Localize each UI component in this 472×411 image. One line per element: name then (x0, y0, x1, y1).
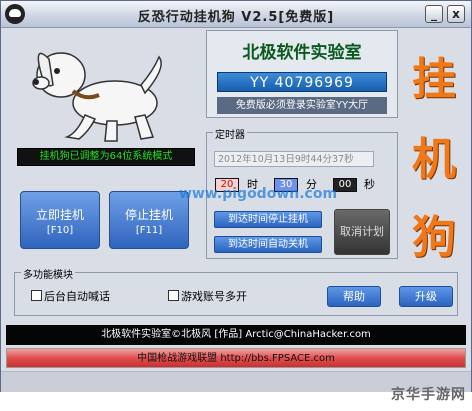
second-field[interactable]: 00 (333, 178, 357, 192)
multi-account-label: 游戏账号多开 (181, 290, 247, 303)
cancel-plan-button[interactable]: 取消计划 (334, 209, 390, 255)
checkbox-box-icon (31, 290, 42, 301)
close-button[interactable]: x (447, 5, 465, 23)
brand-char-2: 机 (412, 134, 456, 185)
brand-char-1: 挂 (412, 54, 456, 105)
forum-link[interactable]: 中国枪战游戏联盟 http://bbs.FPSACE.com (6, 348, 466, 368)
title-bar[interactable]: 反恐行动挂机狗 V2.5[免费版] _ x (1, 1, 471, 28)
lab-title: 北极软件实验室 (242, 43, 362, 63)
shutdown-at-time-button[interactable]: 到达时间自动关机 (214, 236, 322, 253)
stop-button-label: 停止挂机 (124, 208, 173, 222)
multi-group-label: 多功能模块 (21, 266, 75, 281)
brand-char-3: 狗 (412, 212, 456, 263)
timer-group: 定时器 2012年10月13日9时44分37秒 20 时 30 分 00 秒 到… (206, 126, 398, 259)
start-button-hotkey: [F10] (46, 225, 74, 236)
yy-channel-button[interactable]: YY 40796969 (217, 72, 387, 92)
auto-shout-label: 后台自动喊话 (44, 290, 110, 303)
dog-mascot-icon (32, 52, 162, 142)
site-mark-watermark: 京华手游网 (391, 387, 466, 403)
stop-at-time-button[interactable]: 到达时间停止挂机 (214, 211, 322, 228)
minute-unit: 分 (306, 178, 317, 191)
login-notice: 免费版必须登录实验室YY大厅 (217, 97, 387, 114)
start-button-label: 立即挂机 (35, 208, 84, 222)
system-mode-status: 挂机狗已调整为64位系统模式 (17, 148, 195, 166)
checkbox-box-icon (168, 290, 179, 301)
multi-function-group: 多功能模块 后台自动喊话 游戏账号多开 帮助 升级 (14, 266, 458, 316)
minimize-button[interactable]: _ (425, 5, 443, 23)
multi-account-checkbox[interactable]: 游戏账号多开 (168, 290, 247, 303)
hour-unit: 时 (247, 178, 258, 191)
credits-bar: 北极软件实验室©北极风 [作品] Arctic@ChinaHacker.com (6, 325, 466, 345)
timer-group-label: 定时器 (213, 126, 247, 141)
start-hangup-button[interactable]: 立即挂机 [F10] (20, 191, 100, 249)
stop-button-hotkey: [F11] (135, 225, 163, 236)
auto-shout-checkbox[interactable]: 后台自动喊话 (31, 290, 110, 303)
second-unit: 秒 (364, 178, 375, 191)
upgrade-button[interactable]: 升级 (399, 286, 453, 307)
app-window: 反恐行动挂机狗 V2.5[免费版] _ x 挂机狗已调整为64位系统模式 立即挂… (0, 0, 472, 392)
current-datetime-field[interactable]: 2012年10月13日9时44分37秒 (214, 151, 374, 167)
minute-field[interactable]: 30 (274, 178, 298, 192)
hour-field[interactable]: 20 (215, 178, 239, 192)
stop-hangup-button[interactable]: 停止挂机 [F11] (109, 191, 189, 249)
lab-panel: 北极软件实验室 YY 40796969 免费版必须登录实验室YY大厅 (206, 30, 398, 118)
window-title: 反恐行动挂机狗 V2.5[免费版] (137, 10, 335, 25)
help-button[interactable]: 帮助 (327, 286, 381, 307)
